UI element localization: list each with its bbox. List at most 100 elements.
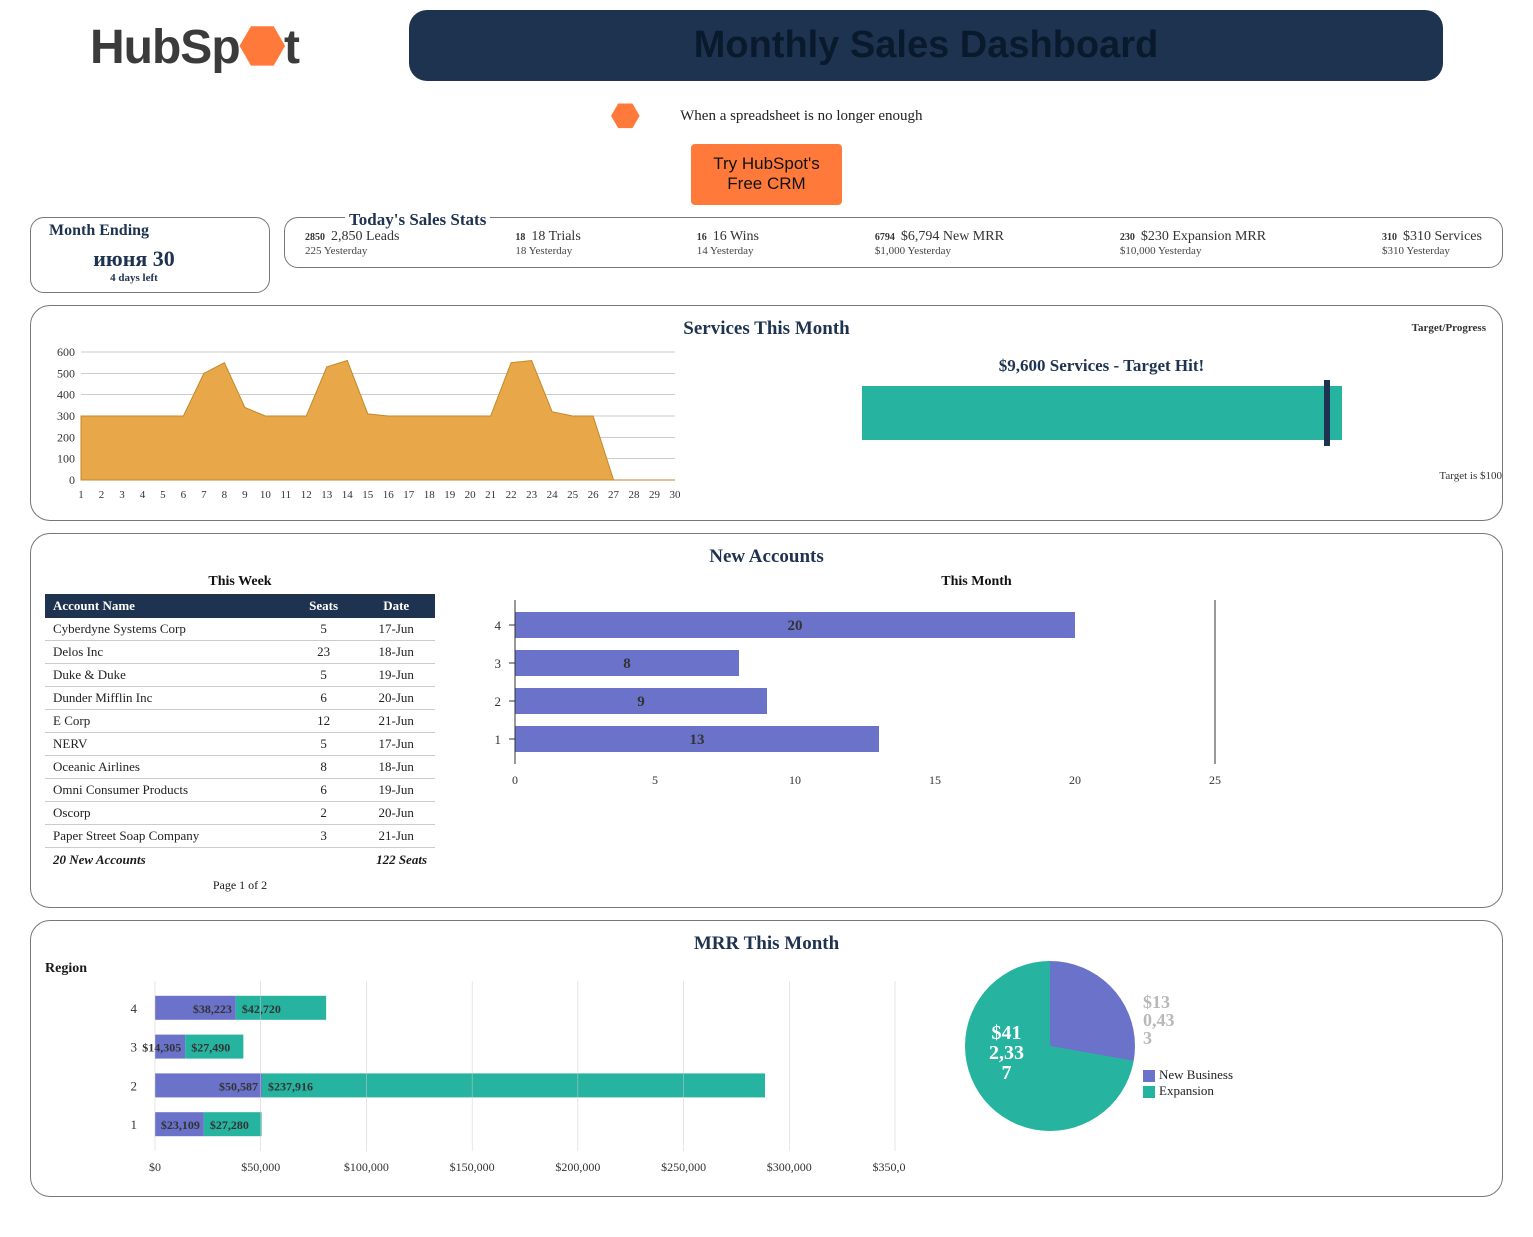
table-row: NERV517-Jun	[45, 732, 435, 755]
svg-text:14: 14	[342, 489, 354, 501]
mrr-pie-chart: $41 2,33 7	[965, 961, 1135, 1131]
services-title: Services This Month	[45, 318, 1488, 340]
svg-text:200: 200	[57, 430, 75, 444]
svg-text:15: 15	[362, 489, 374, 501]
svg-text:16: 16	[383, 489, 395, 501]
svg-text:24: 24	[547, 489, 559, 501]
svg-text:17: 17	[403, 489, 415, 501]
svg-text:3: 3	[131, 1039, 138, 1054]
services-target-text: Target is $100	[1439, 470, 1502, 482]
table-row: Delos Inc2318-Jun	[45, 640, 435, 663]
footer-accounts: 20 New Accounts	[53, 852, 376, 868]
svg-text:0: 0	[69, 473, 75, 487]
svg-text:$350,000: $350,000	[873, 1160, 906, 1174]
services-area-chart: 0100200300400500600123456789101112131415…	[45, 346, 685, 506]
svg-text:1: 1	[495, 732, 502, 747]
svg-text:300: 300	[57, 409, 75, 423]
pie-outside-label: $13 0,43 3	[1143, 993, 1233, 1047]
svg-text:1: 1	[131, 1117, 138, 1132]
table-row: Omni Consumer Products619-Jun	[45, 778, 435, 801]
svg-text:15: 15	[929, 773, 941, 787]
svg-text:$250,000: $250,000	[661, 1160, 706, 1174]
svg-text:5: 5	[160, 489, 166, 501]
svg-text:10: 10	[260, 489, 272, 501]
stat-item: 310$310 Services$310 Yesterday	[1382, 228, 1482, 257]
services-target-marker	[1324, 380, 1330, 446]
legend-new: New Business	[1143, 1067, 1233, 1083]
svg-text:$300,000: $300,000	[767, 1160, 812, 1174]
col-date: Date	[357, 594, 435, 618]
services-progress-bar	[862, 386, 1342, 440]
this-week-label: This Week	[45, 574, 435, 590]
svg-text:2: 2	[99, 489, 105, 501]
svg-text:4: 4	[140, 489, 146, 501]
region-label: Region	[45, 961, 945, 977]
svg-text:$200,000: $200,000	[555, 1160, 600, 1174]
page-title: Monthly Sales Dashboard	[409, 10, 1443, 81]
svg-text:18: 18	[424, 489, 436, 501]
table-row: Dunder Mifflin Inc620-Jun	[45, 686, 435, 709]
footer-seats: 122 Seats	[376, 852, 427, 868]
svg-text:$42,720: $42,720	[242, 1002, 281, 1016]
stat-item: 6794$6,794 New MRR$1,000 Yesterday	[875, 228, 1004, 257]
svg-text:$0: $0	[149, 1160, 161, 1174]
svg-text:19: 19	[444, 489, 456, 501]
svg-text:1: 1	[78, 489, 84, 501]
svg-text:$50,587: $50,587	[219, 1079, 258, 1093]
target-progress-label: Target/Progress	[1412, 322, 1486, 334]
try-crm-button[interactable]: Try HubSpot's Free CRM	[691, 144, 842, 205]
svg-text:3: 3	[495, 656, 502, 671]
svg-text:12: 12	[301, 489, 312, 501]
services-panel: Services This Month Target/Progress 0 100…	[30, 305, 1503, 521]
svg-text:11: 11	[281, 489, 292, 501]
svg-text:29: 29	[649, 489, 661, 501]
svg-text:22: 22	[506, 489, 517, 501]
stat-item: 1818 Trials18 Yesterday	[515, 228, 580, 257]
svg-text:27: 27	[608, 489, 620, 501]
svg-text:$27,490: $27,490	[191, 1040, 230, 1054]
stat-item: 28502,850 Leads225 Yesterday	[305, 228, 399, 257]
svg-text:20: 20	[465, 489, 477, 501]
svg-text:$23,109: $23,109	[161, 1118, 200, 1132]
svg-text:7: 7	[201, 489, 207, 501]
services-hit-text: $9,600 Services - Target Hit!	[999, 356, 1204, 376]
svg-text:20: 20	[788, 618, 803, 634]
pie-inside-label: $41 2,33 7	[989, 1023, 1024, 1083]
svg-text:10: 10	[789, 773, 801, 787]
svg-text:9: 9	[242, 489, 248, 501]
svg-text:13: 13	[321, 489, 333, 501]
stat-item: 230$230 Expansion MRR$10,000 Yesterday	[1120, 228, 1266, 257]
svg-text:4: 4	[131, 1001, 138, 1016]
svg-text:30: 30	[670, 489, 682, 501]
table-pager: Page 1 of 2	[45, 878, 435, 893]
svg-text:9: 9	[637, 694, 645, 710]
days-left: 4 days left	[49, 272, 219, 284]
table-row: E Corp1221-Jun	[45, 709, 435, 732]
svg-text:20: 20	[1069, 773, 1081, 787]
svg-text:25: 25	[1209, 773, 1221, 787]
svg-text:$27,280: $27,280	[210, 1118, 249, 1132]
svg-text:500: 500	[57, 366, 75, 380]
table-row: Oceanic Airlines818-Jun	[45, 755, 435, 778]
svg-text:600: 600	[57, 346, 75, 359]
svg-text:$38,223: $38,223	[193, 1002, 232, 1016]
svg-text:5: 5	[652, 773, 658, 787]
table-row: Oscorp220-Jun	[45, 801, 435, 824]
mrr-title: MRR This Month	[45, 933, 1488, 955]
legend-exp: Expansion	[1143, 1083, 1233, 1099]
sprocket-icon: ⬣	[610, 96, 640, 136]
svg-text:$100,000: $100,000	[344, 1160, 389, 1174]
svg-text:100: 100	[57, 451, 75, 465]
month-ending-label: Month Ending	[49, 222, 219, 240]
table-row: Cyberdyne Systems Corp517-Jun	[45, 618, 435, 641]
cta-tagline: When a spreadsheet is no longer enough	[680, 108, 922, 125]
new-accounts-panel: New Accounts This Week Account Name Seat…	[30, 533, 1503, 908]
svg-text:28: 28	[629, 489, 641, 501]
svg-text:400: 400	[57, 387, 75, 401]
svg-text:8: 8	[623, 656, 631, 672]
svg-text:$150,000: $150,000	[450, 1160, 495, 1174]
mrr-region-chart: $38,223$42,7204$14,305$27,4903$50,587$23…	[45, 977, 905, 1177]
svg-text:4: 4	[495, 618, 502, 633]
today-stats-card: Today's Sales Stats 28502,850 Leads225 Y…	[284, 217, 1503, 268]
col-seats: Seats	[290, 594, 358, 618]
